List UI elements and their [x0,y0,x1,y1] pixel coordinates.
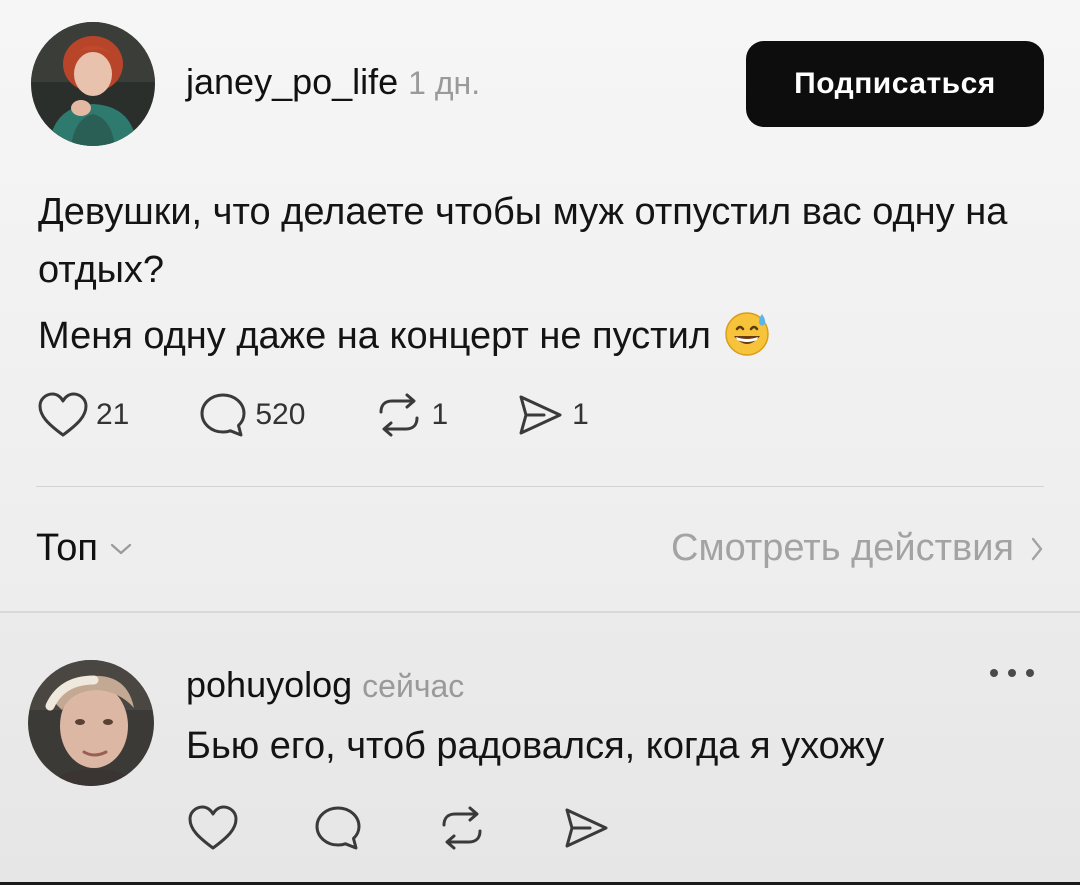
chevron-down-icon [110,543,132,554]
reply-text: Бью его, чтоб радовался, когда я ухожу [186,725,885,767]
reply-author-username[interactable]: pohuyolog [186,664,352,705]
share-button[interactable]: 1 [514,390,589,440]
post-text-line: Девушки, что делаете чтобы муж отпустил … [38,191,1008,291]
heart-icon [188,805,238,850]
reply-author-info: pohuyolog сейчас [186,664,464,706]
repost-icon [379,393,419,437]
repost-count: 1 [431,398,449,431]
follow-button[interactable]: Подписаться [746,41,1044,127]
post-text: Девушки, что делаете чтобы муж отпустил … [38,183,1038,373]
post-text-line-with-emoji: Меня одну даже на концерт не пустил [38,307,1038,373]
reply-comment-button[interactable] [312,803,364,853]
comment-bubble-icon [315,806,361,850]
post-time: 1 дн. [408,65,481,101]
reply-time: сейчас [362,668,465,704]
sort-label: Топ [36,527,98,569]
like-count: 21 [96,398,130,431]
share-count: 1 [572,398,589,431]
view-activity-link[interactable]: Смотреть действия [671,527,1044,570]
comment-bubble-icon [200,393,246,437]
heart-icon [38,392,88,437]
more-options-button[interactable] [988,666,1036,684]
repost-icon [442,806,482,850]
view-activity-label: Смотреть действия [671,527,1014,569]
grinning-face-with-sweat-icon [723,310,771,373]
post-author-avatar[interactable] [31,22,155,146]
comment-count: 520 [255,398,306,431]
post-text-line: Меня одну даже на концерт не пустил [38,315,711,357]
sort-dropdown[interactable]: Топ [36,527,132,570]
chevron-right-icon [1031,537,1043,560]
comment-button[interactable]: 520 [197,390,305,440]
more-options-icon [990,669,1034,677]
avatar-image [28,660,154,786]
avatar-image [31,22,155,146]
send-icon [519,395,562,435]
post-actions: 21 520 1 1 [36,390,589,440]
post-author-info: janey_po_life 1 дн. [186,61,480,103]
reply-author-avatar[interactable] [28,660,154,786]
repost-button[interactable]: 1 [373,390,448,440]
like-button[interactable]: 21 [36,390,129,440]
reply-like-button[interactable] [186,803,240,853]
reply: pohuyolog сейчас Бью его, чтоб радовался,… [0,613,1080,885]
reply-repost-button[interactable] [436,803,488,853]
main-post: janey_po_life 1 дн. Подписаться Девушки, … [0,0,1080,612]
divider [36,486,1044,487]
send-icon [565,808,608,848]
post-author-username[interactable]: janey_po_life [186,61,398,102]
reply-actions [186,803,684,853]
reply-share-button[interactable] [560,803,612,853]
